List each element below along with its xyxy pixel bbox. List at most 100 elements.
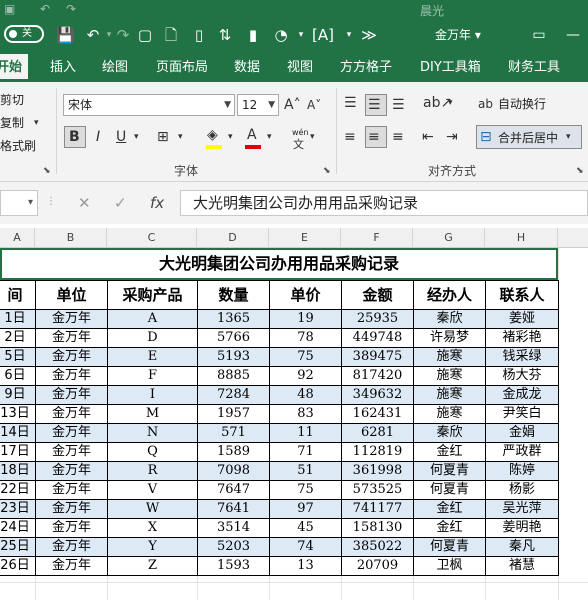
cell-price[interactable]: 75 [269, 347, 342, 367]
autosave-toggle[interactable]: 关 [4, 25, 44, 43]
chevron-down-icon[interactable]: ▾ [178, 128, 183, 146]
cell-price[interactable]: 48 [269, 385, 342, 405]
cell-quantity[interactable]: 5193 [197, 347, 270, 367]
cell-price[interactable]: 78 [269, 328, 342, 348]
column-header-g[interactable]: G [413, 228, 485, 248]
cell-date[interactable]: 25日 [0, 537, 36, 557]
font-size-select[interactable]: 12 ▼ [237, 94, 279, 116]
cell-date[interactable]: 24日 [0, 518, 36, 538]
cell-quantity[interactable]: 3514 [197, 518, 270, 538]
underline-icon[interactable]: U [116, 128, 126, 146]
cell-unit[interactable]: 金万年 [35, 499, 108, 519]
cell-date[interactable]: 9日 [0, 385, 36, 405]
cell-handler[interactable]: 施寒 [413, 366, 486, 386]
font-color-icon[interactable]: A [247, 126, 257, 144]
column-header-d[interactable]: D [197, 228, 269, 248]
cell-handler[interactable]: 施寒 [413, 404, 486, 424]
more-commands-icon[interactable]: ≫ [360, 26, 378, 44]
increase-font-size-icon[interactable]: A˄ [284, 96, 301, 114]
cell-quantity[interactable]: 7098 [197, 461, 270, 481]
cell-product[interactable]: Y [107, 537, 198, 557]
cell-product[interactable]: D [107, 328, 198, 348]
cell-handler[interactable]: 何夏青 [413, 461, 486, 481]
cell-product[interactable]: Z [107, 556, 198, 576]
cell-amount[interactable]: 361998 [341, 461, 414, 481]
header-date[interactable]: 间 [0, 280, 36, 310]
cell-amount[interactable]: 6281 [341, 423, 414, 443]
chevron-down-icon[interactable]: ▾ [292, 26, 310, 44]
chart-icon[interactable]: ▮ [244, 26, 262, 44]
cell-contact[interactable]: 褚彩艳 [485, 328, 559, 348]
tab-page-layout[interactable]: 页面布局 [156, 58, 208, 78]
cell-handler[interactable]: 何夏青 [413, 480, 486, 500]
column-header-i[interactable] [558, 228, 588, 248]
cell-unit[interactable]: 金万年 [35, 366, 108, 386]
cell-product[interactable]: A [107, 309, 198, 329]
cell-date[interactable]: 13日 [0, 404, 36, 424]
cell-date[interactable]: 6日 [0, 366, 36, 386]
cell-handler[interactable]: 金红 [413, 518, 486, 538]
chevron-down-icon[interactable]: ▾ [228, 128, 233, 146]
cell-date[interactable]: 5日 [0, 347, 36, 367]
cell-date[interactable]: 26日 [0, 556, 36, 576]
cell-unit[interactable]: 金万年 [35, 309, 108, 329]
worksheet-grid[interactable]: A B C D E F G H 大光明集团公司办用用品采购记录 间 单位 采购产… [0, 228, 588, 600]
wrap-text-button[interactable]: 自动换行 [498, 95, 546, 112]
cell-quantity[interactable]: 5203 [197, 537, 270, 557]
header-amount[interactable]: 金额 [341, 280, 414, 310]
column-header-e[interactable]: E [269, 228, 341, 248]
cell-quantity[interactable]: 1593 [197, 556, 270, 576]
cell-amount[interactable]: 25935 [341, 309, 414, 329]
cell-unit[interactable]: 金万年 [35, 347, 108, 367]
cell-quantity[interactable]: 7284 [197, 385, 270, 405]
alignment-launcher-icon[interactable]: ⬊ [576, 166, 584, 176]
cell-handler[interactable]: 卫枫 [413, 556, 486, 576]
cell-unit[interactable]: 金万年 [35, 328, 108, 348]
cell-price[interactable]: 71 [269, 442, 342, 462]
cell-price[interactable]: 97 [269, 499, 342, 519]
italic-icon[interactable]: I [96, 128, 100, 146]
decrease-font-size-icon[interactable]: A˅ [307, 96, 321, 114]
cell-product[interactable]: E [107, 347, 198, 367]
cell-date[interactable]: 1日 [0, 309, 36, 329]
cell-handler[interactable]: 秦欣 [413, 423, 486, 443]
cell-contact[interactable]: 褚慧 [485, 556, 559, 576]
cell-amount[interactable]: 162431 [341, 404, 414, 424]
clipboard-launcher-icon[interactable]: ⬊ [43, 166, 51, 176]
header-unit[interactable]: 单位 [35, 280, 108, 310]
cell-amount[interactable]: 449748 [341, 328, 414, 348]
chevron-down-icon[interactable]: ▾ [566, 128, 571, 146]
tab-fangfang[interactable]: 方方格子 [340, 58, 392, 78]
align-top-icon[interactable]: ☰ [344, 94, 357, 112]
cell-amount[interactable]: 349632 [341, 385, 414, 405]
align-left-icon[interactable]: ≡ [344, 128, 356, 146]
save-icon[interactable]: 💾 [56, 26, 75, 44]
cancel-icon[interactable]: ✕ [78, 194, 91, 212]
chevron-down-icon[interactable]: ▾ [34, 114, 39, 132]
cell-date[interactable]: 18日 [0, 461, 36, 481]
tab-view[interactable]: 视图 [287, 58, 313, 78]
chevron-down-icon[interactable]: ▾ [134, 128, 139, 146]
cell-product[interactable]: N [107, 423, 198, 443]
cell-unit[interactable]: 金万年 [35, 423, 108, 443]
cell-unit[interactable]: 金万年 [35, 518, 108, 538]
cell-handler[interactable]: 施寒 [413, 347, 486, 367]
cell-price[interactable]: 74 [269, 537, 342, 557]
cell-contact[interactable]: 尹笑白 [485, 404, 559, 424]
column-header-h[interactable]: H [485, 228, 558, 248]
increase-indent-icon[interactable]: ⇥ [446, 128, 458, 146]
insert-function-icon[interactable]: fx [150, 194, 164, 212]
document-title[interactable]: 金万年 ▾ [435, 26, 481, 43]
cell-unit[interactable]: 金万年 [35, 461, 108, 481]
cell-quantity[interactable]: 1365 [197, 309, 270, 329]
cell-price[interactable]: 13 [269, 556, 342, 576]
cell-product[interactable]: W [107, 499, 198, 519]
resize-handle-icon[interactable]: ⋮ [46, 196, 56, 207]
tab-finance-tools[interactable]: 财务工具 [508, 58, 560, 78]
text-box-icon[interactable]: [A] [312, 26, 334, 44]
tab-home[interactable]: 开始 [0, 54, 29, 82]
chevron-down-icon[interactable]: ▾ [267, 128, 272, 146]
border-icon[interactable]: ⊞ [157, 128, 169, 146]
cell-product[interactable]: I [107, 385, 198, 405]
header-contact[interactable]: 联系人 [485, 280, 559, 310]
